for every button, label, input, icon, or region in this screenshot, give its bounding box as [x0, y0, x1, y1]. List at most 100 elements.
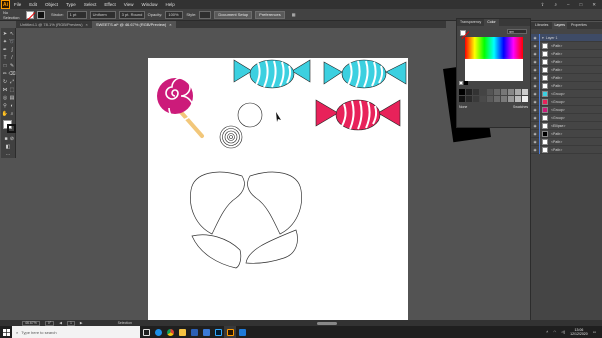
volume-icon[interactable]: ◁) [561, 330, 565, 334]
eye-icon[interactable]: ◉ [531, 100, 539, 104]
swatch[interactable] [494, 89, 500, 95]
free-transform-icon[interactable]: ⬚ [9, 87, 15, 93]
artboard[interactable] [148, 58, 408, 320]
eye-icon[interactable]: ◉ [531, 140, 539, 144]
arrange-icon[interactable]: ▦ [292, 12, 296, 17]
pen-tool-icon[interactable]: ✒ [2, 47, 8, 53]
candy-cyan-right[interactable] [323, 59, 407, 89]
clock[interactable]: 13:06 12/12/2020 [570, 328, 588, 336]
more-tools-icon[interactable]: … [5, 151, 11, 157]
close-icon[interactable]: ✕ [592, 2, 596, 8]
draw-mode-icon[interactable]: ◧ [5, 144, 11, 150]
eraser-tool-icon[interactable]: ⌫ [8, 71, 15, 77]
candy-cyan-left[interactable] [233, 59, 311, 89]
menu-file[interactable]: File [10, 2, 25, 7]
tab-sweets[interactable]: SWEETS.ai* @ 46.67% (RGB/Preview) × [91, 21, 176, 28]
zoom-dropdown[interactable]: 46.67% [22, 320, 40, 326]
menu-view[interactable]: View [120, 2, 138, 7]
layer-row[interactable]: ◉ <Path> [531, 137, 602, 146]
type-tool-icon[interactable]: T [2, 55, 8, 61]
eye-icon[interactable]: ◉ [531, 44, 539, 48]
artboard-number[interactable]: 1 [66, 320, 75, 326]
layer-row[interactable]: ◉ <Path> [531, 73, 602, 82]
hex-input[interactable]: ffffff [507, 29, 527, 34]
brush-dropdown[interactable]: 3 pt. Round [118, 10, 145, 19]
opacity-field[interactable]: 100% [165, 10, 184, 19]
menu-select[interactable]: Select [80, 2, 101, 7]
layer-row[interactable]: ◉ <Group> [531, 97, 602, 106]
layer-row[interactable]: ◉ <Ellipse> [531, 121, 602, 130]
swatch[interactable] [459, 96, 465, 102]
swatch[interactable] [501, 89, 507, 95]
gradient-tool-icon[interactable]: ▤ [9, 95, 15, 101]
document-setup-button[interactable]: Document Setup [214, 10, 253, 19]
none-mode-icon[interactable]: ⊘ [9, 136, 15, 142]
artboard-nav-next[interactable]: ▶ [80, 321, 83, 325]
pencil-tool-icon[interactable]: ✏ [2, 71, 8, 77]
swatch[interactable] [480, 89, 486, 95]
eye-icon[interactable]: ◉ [531, 132, 539, 136]
direct-selection-tool-icon[interactable]: ↖ [9, 31, 15, 37]
swatch[interactable] [522, 96, 528, 102]
maximize-icon[interactable]: □ [580, 2, 583, 7]
illustrator-icon[interactable] [224, 326, 236, 338]
minimize-icon[interactable]: – [567, 2, 570, 7]
swatch[interactable] [522, 89, 528, 95]
stroke-style-dropdown[interactable]: Uniform [89, 10, 116, 19]
mail-icon[interactable] [236, 326, 248, 338]
eye-icon[interactable]: ◉ [531, 148, 539, 152]
chevron-up-icon[interactable]: ˄ [546, 330, 548, 334]
mustache-outline[interactable] [190, 171, 302, 269]
menu-help[interactable]: Help [161, 2, 178, 7]
layer-row[interactable]: ◉ <Group> [531, 89, 602, 98]
swatch[interactable] [487, 96, 493, 102]
white-swatch[interactable] [459, 81, 463, 85]
horizontal-scrollbar[interactable] [317, 321, 337, 325]
tab-properties[interactable]: Properties [569, 22, 589, 29]
layer-row[interactable]: ◉ <Path> [531, 65, 602, 74]
close-icon[interactable]: × [86, 22, 88, 27]
tab-color[interactable]: Color [484, 19, 499, 26]
swatch[interactable] [466, 96, 472, 102]
layer-row[interactable]: ◉ <Path> [531, 41, 602, 50]
stroke-swatch[interactable] [37, 10, 45, 19]
eye-icon[interactable]: ◉ [531, 36, 539, 40]
close-icon[interactable]: × [169, 22, 171, 27]
circle-outline[interactable] [237, 102, 263, 128]
selection-tool-icon[interactable]: ➤ [2, 31, 8, 37]
eye-icon[interactable]: ◉ [531, 124, 539, 128]
menu-type[interactable]: Type [62, 2, 80, 7]
swatch[interactable] [508, 89, 514, 95]
store-icon[interactable] [200, 326, 212, 338]
swatch[interactable] [515, 96, 521, 102]
taskbar-search-input[interactable]: ⌕ Type here to search [12, 326, 140, 338]
zoom-tool-icon[interactable]: ⌕ [9, 111, 15, 117]
eye-icon[interactable]: ◉ [531, 84, 539, 88]
layer-row-layer1[interactable]: ◉ ▾ Layer 1 [531, 33, 602, 42]
stroke-weight-field[interactable]: 1 pt [66, 10, 87, 19]
eye-icon[interactable]: ◉ [531, 116, 539, 120]
stroke-color-icon[interactable] [7, 124, 16, 133]
preferences-button[interactable]: Preferences [255, 10, 285, 19]
spiral-outline[interactable] [219, 125, 243, 149]
chrome-icon[interactable] [164, 326, 176, 338]
lollipop[interactable] [157, 77, 204, 138]
swatch[interactable] [473, 89, 479, 95]
swatch[interactable] [473, 96, 479, 102]
menu-effect[interactable]: Effect [100, 2, 119, 7]
lasso-tool-icon[interactable]: ➰ [9, 39, 15, 45]
tab-transparency[interactable]: Transparency [457, 19, 484, 26]
width-tool-icon[interactable]: ⋈ [2, 87, 8, 93]
layer-row[interactable]: ◉ <Path> [531, 129, 602, 138]
layer-row[interactable]: ◉ <Path> [531, 57, 602, 66]
line-tool-icon[interactable]: / [9, 55, 15, 61]
swatch[interactable] [494, 96, 500, 102]
menu-object[interactable]: Object [41, 2, 62, 7]
layer-row[interactable]: ◉ <Path> [531, 49, 602, 58]
rotate-tool-icon[interactable]: ↻ [2, 79, 8, 85]
task-view-icon[interactable] [140, 326, 152, 338]
layer-row[interactable]: ◉ <Path> [531, 81, 602, 90]
word-icon[interactable] [188, 326, 200, 338]
eye-icon[interactable]: ◉ [531, 68, 539, 72]
edge-icon[interactable] [152, 326, 164, 338]
